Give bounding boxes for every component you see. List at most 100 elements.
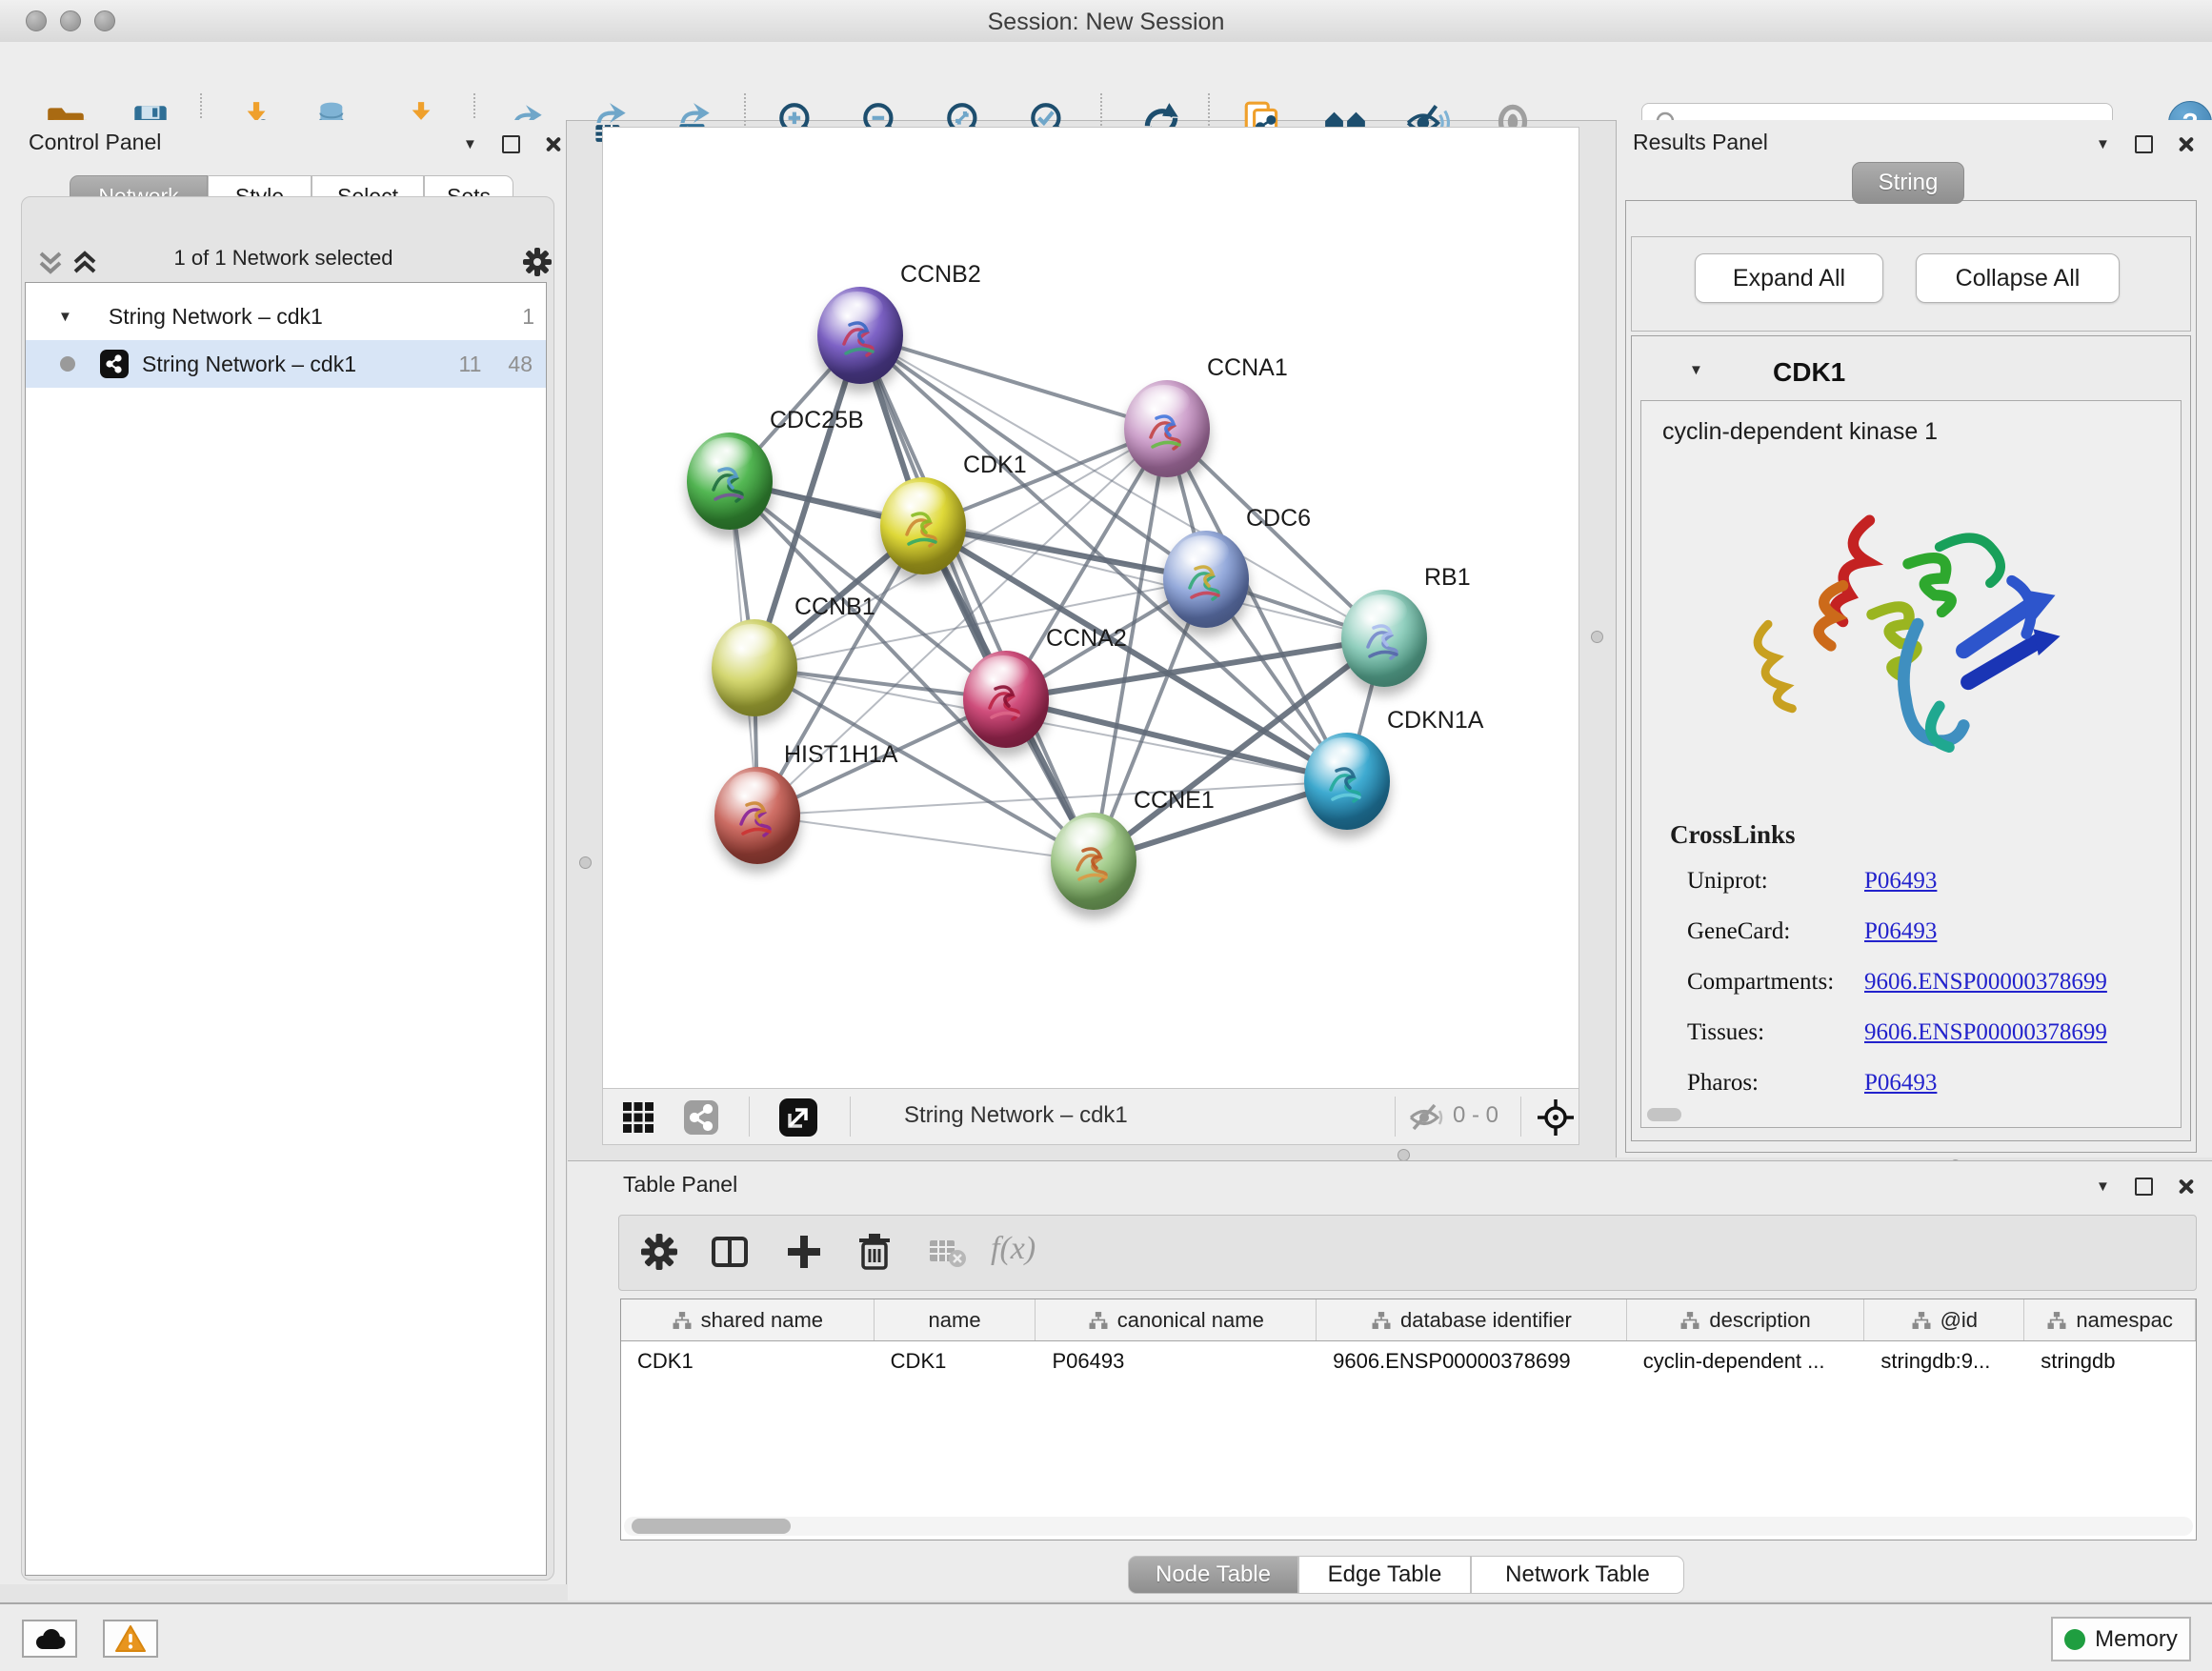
- grid-view-icon[interactable]: [622, 1101, 654, 1134]
- network-node-CDC6[interactable]: [1163, 531, 1249, 628]
- crosslink-value-link[interactable]: P06493: [1864, 868, 1937, 895]
- crosslink-value-link[interactable]: P06493: [1864, 1070, 1937, 1097]
- protein-structure-thumb: [1321, 757, 1373, 809]
- table-cell[interactable]: P06493: [1036, 1340, 1317, 1381]
- undock-panel-icon[interactable]: [502, 135, 520, 153]
- status-bar: Memory: [0, 1602, 2212, 1671]
- node-count: 11: [459, 352, 482, 377]
- close-panel-icon[interactable]: [2178, 136, 2194, 152]
- warning-status-button[interactable]: [103, 1620, 158, 1658]
- show-columns-icon[interactable]: [709, 1231, 751, 1273]
- network-node-CCNA2[interactable]: [963, 651, 1049, 748]
- network-collection-row[interactable]: ▼ String Network – cdk1 1: [26, 292, 546, 340]
- network-node-CDKN1A[interactable]: [1304, 733, 1390, 830]
- table-cell[interactable]: 9606.ENSP00000378699: [1317, 1340, 1627, 1381]
- crosslink-label: GeneCard:: [1687, 918, 1790, 944]
- open-in-new-icon[interactable]: [778, 1097, 818, 1137]
- undock-panel-icon[interactable]: [2135, 1178, 2153, 1196]
- float-panel-icon[interactable]: ▼: [2096, 137, 2110, 151]
- results-scrollbar[interactable]: [1647, 1108, 1681, 1121]
- column-header-shared-name[interactable]: shared name: [621, 1299, 875, 1340]
- network-label: String Network – cdk1: [142, 352, 356, 377]
- network-node-RB1[interactable]: [1341, 590, 1427, 687]
- crosslink-value-link[interactable]: P06493: [1864, 918, 1937, 945]
- crosslink-label: Pharos:: [1687, 1070, 1759, 1096]
- table-cell[interactable]: CDK1: [621, 1340, 875, 1381]
- column-header-namespac[interactable]: namespac: [2024, 1299, 2196, 1340]
- node-label: CDK1: [963, 452, 1027, 479]
- splitter-handle[interactable]: [1591, 631, 1603, 643]
- collapse-section-icon[interactable]: ▼: [1689, 363, 1703, 377]
- network-node-CCNB2[interactable]: [817, 287, 903, 384]
- table-row[interactable]: CDK1CDK1P064939606.ENSP00000378699cyclin…: [621, 1340, 2196, 1381]
- column-type-icon: [672, 1311, 693, 1330]
- node-label: CCNA1: [1207, 354, 1288, 382]
- crosslink-row: Uniprot:P06493: [1687, 868, 2163, 895]
- network-edge[interactable]: [757, 815, 1094, 861]
- network-node-CDC25B[interactable]: [687, 433, 773, 530]
- network-row-selected[interactable]: String Network – cdk1 11 48: [26, 340, 546, 388]
- table-cell[interactable]: CDK1: [875, 1340, 1036, 1381]
- tab-edge-table[interactable]: Edge Table: [1298, 1556, 1471, 1594]
- network-node-CDK1[interactable]: [880, 477, 966, 574]
- crosslink-row: Pharos: P06493: [1687, 1070, 2163, 1097]
- table-panel-title: Table Panel: [623, 1172, 737, 1198]
- network-edge[interactable]: [1006, 699, 1347, 781]
- node-table: shared name namecanonical namedatabase id…: [620, 1299, 2197, 1540]
- table-cell[interactable]: stringdb: [2024, 1340, 2196, 1381]
- table-cell[interactable]: cyclin-dependent ...: [1627, 1340, 1865, 1381]
- tab-string[interactable]: String: [1852, 162, 1964, 204]
- table-cell[interactable]: stringdb:9...: [1864, 1340, 2024, 1381]
- node-label: CCNB1: [794, 594, 875, 621]
- main-toolbar: ?: [0, 42, 2212, 121]
- network-node-HIST1H1A[interactable]: [714, 767, 800, 864]
- birdseye-icon[interactable]: [1536, 1097, 1576, 1137]
- control-panel-title: Control Panel: [29, 130, 161, 155]
- hidden-count: 0 - 0: [1453, 1102, 1498, 1129]
- gear-icon[interactable]: [521, 246, 553, 278]
- add-column-icon[interactable]: [783, 1231, 825, 1273]
- network-selection-summary: 1 of 1 Network selected: [0, 246, 567, 271]
- edge-count: 48: [508, 352, 533, 377]
- table-hscrollbar[interactable]: [624, 1517, 2193, 1536]
- delete-column-icon[interactable]: [854, 1231, 895, 1273]
- memory-button[interactable]: Memory: [2051, 1617, 2191, 1661]
- float-panel-icon[interactable]: ▼: [463, 137, 477, 151]
- column-type-icon: [2046, 1311, 2067, 1330]
- share-network-icon[interactable]: [683, 1099, 719, 1136]
- hidden-eye-icon: [1408, 1101, 1446, 1134]
- control-panel-window-buttons: ▼: [463, 135, 561, 153]
- expand-all-button[interactable]: Expand All: [1695, 253, 1883, 303]
- crosslink-value-link[interactable]: 9606.ENSP00000378699: [1864, 1019, 2107, 1046]
- protein-structure-thumb: [1141, 405, 1193, 456]
- column-header-description[interactable]: description: [1627, 1299, 1865, 1340]
- close-panel-icon[interactable]: [2178, 1178, 2194, 1195]
- table-panel-window-buttons: ▼: [2096, 1178, 2194, 1196]
- collapse-all-button[interactable]: Collapse All: [1916, 253, 2120, 303]
- warning-icon: [114, 1624, 147, 1653]
- column-header-name[interactable]: name: [875, 1299, 1036, 1340]
- network-edge[interactable]: [860, 335, 1094, 861]
- network-node-CCNB1[interactable]: [712, 619, 797, 716]
- column-header--id[interactable]: @id: [1864, 1299, 2024, 1340]
- column-header-canonical-name[interactable]: canonical name: [1036, 1299, 1317, 1340]
- crosslink-value-link[interactable]: 9606.ENSP00000378699: [1864, 969, 2107, 996]
- function-builder-icon: f(x): [991, 1231, 1036, 1267]
- splitter-handle[interactable]: [579, 856, 592, 869]
- network-node-CCNA1[interactable]: [1124, 380, 1210, 477]
- network-canvas[interactable]: CCNB2CCNA1CDC25BCDK1CDC6RB1CCNB1CCNA2CDK…: [602, 127, 1579, 1089]
- collapse-row-icon[interactable]: ▼: [58, 310, 72, 324]
- column-header-database-identifier[interactable]: database identifier: [1317, 1299, 1627, 1340]
- network-tree: ▼ String Network – cdk1 1 String Network…: [25, 282, 547, 1576]
- tab-node-table[interactable]: Node Table: [1128, 1556, 1298, 1594]
- table-settings-gear-icon[interactable]: [638, 1231, 680, 1273]
- network-edge[interactable]: [860, 335, 1167, 429]
- cloud-status-button[interactable]: [22, 1620, 77, 1658]
- column-header-label: shared name: [701, 1308, 823, 1333]
- tab-network-table[interactable]: Network Table: [1471, 1556, 1684, 1594]
- float-panel-icon[interactable]: ▼: [2096, 1179, 2110, 1194]
- table-hscrollbar-thumb[interactable]: [632, 1519, 791, 1534]
- network-node-CCNE1[interactable]: [1051, 813, 1136, 910]
- undock-panel-icon[interactable]: [2135, 135, 2153, 153]
- close-panel-icon[interactable]: [545, 136, 561, 152]
